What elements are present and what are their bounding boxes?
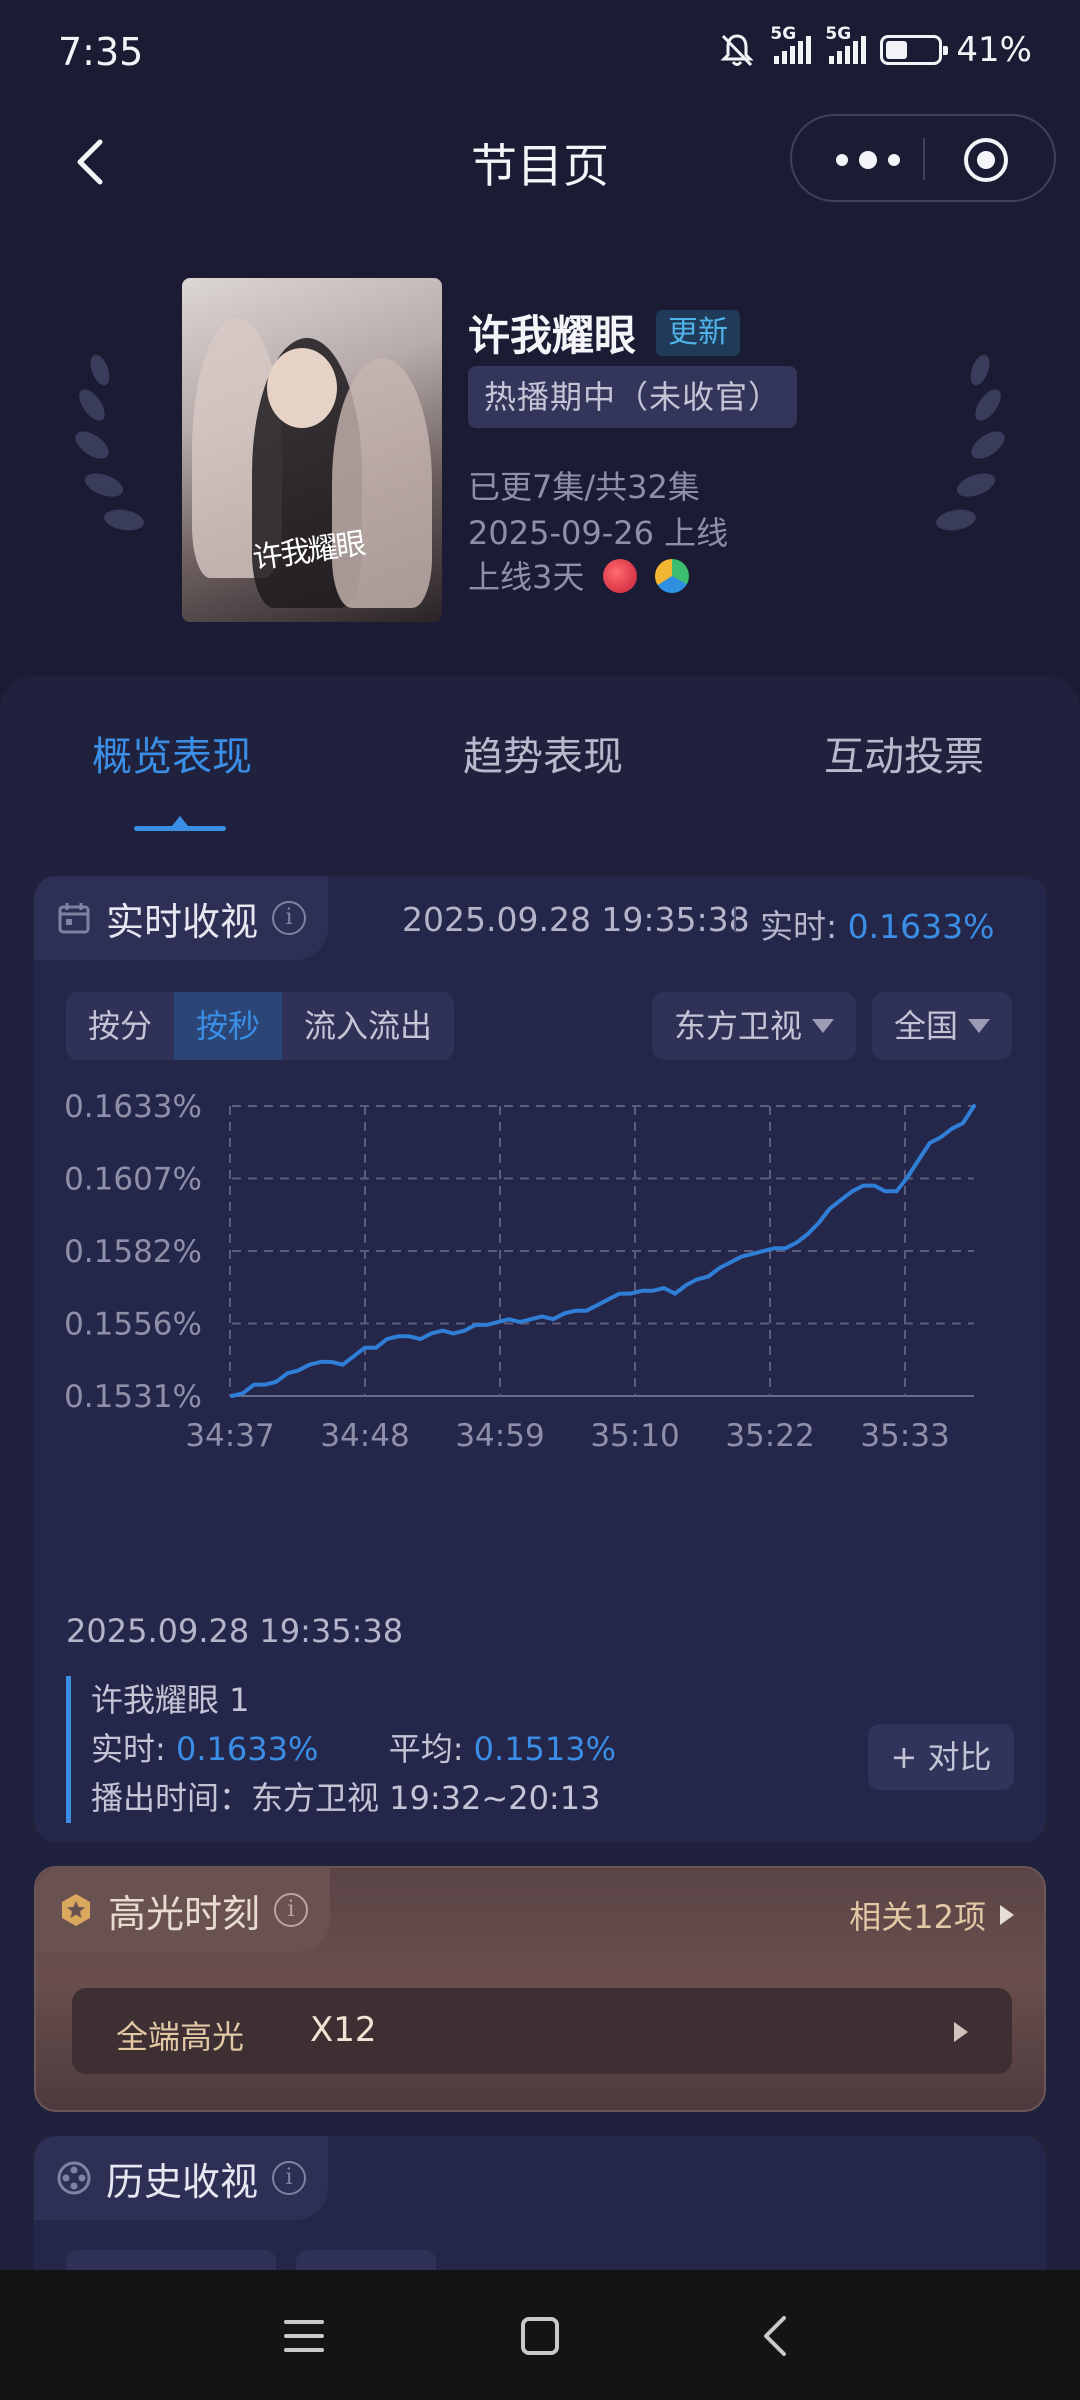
detail-values: 实时: 0.1633% 平均: 0.1513% bbox=[91, 1725, 616, 1774]
update-badge: 更新 bbox=[656, 310, 740, 356]
highlights-header: 高光时刻 i bbox=[36, 1868, 331, 1952]
info-icon[interactable]: i bbox=[274, 1893, 309, 1927]
realtime-header: 实时收视 i bbox=[34, 876, 329, 960]
dragon-tv-icon bbox=[602, 559, 637, 593]
signal-5g-icon-2: 5G bbox=[825, 24, 867, 64]
info-icon[interactable]: i bbox=[272, 901, 307, 935]
close-target-icon[interactable] bbox=[962, 136, 1010, 184]
detail-block: 许我耀眼 1 实时: 0.1633% 平均: 0.1513% 播出时间：东方卫视… bbox=[66, 1676, 616, 1823]
detail-program: 许我耀眼 1 bbox=[91, 1681, 250, 1719]
status-time: 7:35 bbox=[58, 30, 144, 74]
more-icon[interactable] bbox=[828, 142, 908, 178]
mode-by-second[interactable]: 按秒 bbox=[174, 992, 283, 1060]
star-badge-icon bbox=[62, 1894, 90, 1926]
play-platform-icon bbox=[654, 559, 689, 593]
episode-count: 已更7集/共32集 bbox=[468, 468, 700, 506]
realtime-value-row: 实时: 0.1633% bbox=[760, 900, 994, 948]
status-bar: 7:35 5G 5G 41% bbox=[0, 0, 1080, 110]
compare-button[interactable]: + 对比 bbox=[868, 1724, 1014, 1790]
highlights-more[interactable]: 相关12项 bbox=[849, 1892, 1014, 1938]
highlights-row[interactable]: 全端高光 X12 bbox=[72, 1988, 1012, 2074]
tab-vote[interactable]: 互动投票 bbox=[824, 724, 984, 782]
show-poster[interactable]: 许我耀眼 bbox=[182, 278, 442, 622]
region-dropdown[interactable]: 全国 bbox=[872, 992, 1013, 1060]
tab-indicator bbox=[134, 816, 226, 831]
realtime-timestamp: 2025.09.28 19:35:38 bbox=[402, 900, 750, 939]
highlights-title: 高光时刻 bbox=[108, 1891, 261, 1936]
tab-trend[interactable]: 趋势表现 bbox=[463, 724, 623, 782]
mode-segment: 按分 按秒 流入流出 bbox=[66, 992, 455, 1060]
region-value: 全国 bbox=[894, 1007, 959, 1045]
status-icons: 5G 5G 41% bbox=[718, 24, 1032, 70]
airing-status: 热播期中（未收官） bbox=[468, 366, 798, 428]
mini-program-capsule bbox=[790, 114, 1056, 202]
x-tick-label: 35:33 bbox=[860, 1418, 949, 1454]
back-icon[interactable] bbox=[754, 2314, 798, 2358]
days-online: 上线3天 bbox=[468, 558, 585, 596]
detail-airtime: 播出时间：东方卫视 19:32~20:13 bbox=[91, 1779, 601, 1817]
x-tick-label: 35:22 bbox=[725, 1418, 814, 1454]
signal-5g-icon: 5G bbox=[770, 24, 812, 64]
x-tick-label: 35:10 bbox=[590, 1418, 679, 1454]
dropdown-arrow-icon bbox=[968, 1019, 991, 1033]
detail-realtime-label: 实时: bbox=[91, 1730, 166, 1768]
arrow-right-icon bbox=[954, 2022, 968, 2042]
laurel-right-icon bbox=[936, 354, 1005, 531]
ratings-line-chart[interactable]: 0.1633% 0.1607% 0.1582% 0.1556% 0.1531%34:37… bbox=[34, 1076, 1046, 1476]
y-tick-label: 0.1531% bbox=[64, 1379, 202, 1415]
menu-icon[interactable] bbox=[282, 2314, 326, 2358]
system-nav-bar bbox=[0, 2270, 1080, 2400]
arrow-right-icon bbox=[1000, 1905, 1014, 1925]
tab-overview[interactable]: 概览表现 bbox=[92, 724, 252, 782]
detail-avg-value: 0.1513% bbox=[473, 1730, 617, 1768]
detail-realtime-value: 0.1633% bbox=[175, 1730, 319, 1768]
battery-percent: 41% bbox=[956, 30, 1032, 70]
channel-dropdown[interactable]: 东方卫视 bbox=[652, 992, 857, 1060]
detail-timestamp: 2025.09.28 19:35:38 bbox=[66, 1612, 404, 1650]
calendar-icon bbox=[58, 903, 90, 934]
highlights-row-value: X12 bbox=[310, 2010, 377, 2050]
divider bbox=[734, 906, 736, 932]
y-tick-label: 0.1556% bbox=[64, 1307, 202, 1343]
battery-icon bbox=[880, 35, 949, 65]
mode-by-minute[interactable]: 按分 bbox=[66, 992, 174, 1060]
y-tick-label: 0.1582% bbox=[64, 1234, 202, 1270]
tab-bar: 概览表现 趋势表现 互动投票 bbox=[0, 676, 1080, 856]
info-icon[interactable]: i bbox=[272, 2161, 307, 2195]
realtime-label: 实时: bbox=[760, 907, 838, 946]
x-tick-label: 34:59 bbox=[455, 1418, 544, 1454]
highlights-row-label: 全端高光 bbox=[116, 2018, 245, 2056]
history-title: 历史收视 bbox=[106, 2159, 259, 2204]
home-icon[interactable] bbox=[518, 2314, 562, 2358]
mute-bell-icon bbox=[720, 34, 755, 67]
channel-value: 东方卫视 bbox=[674, 1007, 803, 1045]
realtime-title: 实时收视 bbox=[106, 899, 259, 944]
highlights-card: 高光时刻 i 相关12项 全端高光 X12 bbox=[34, 1866, 1046, 2112]
film-reel-icon bbox=[57, 2161, 91, 2195]
nav-bar: 节目页 bbox=[0, 112, 1080, 206]
mode-flow[interactable]: 流入流出 bbox=[282, 992, 454, 1060]
highlights-related: 相关12项 bbox=[849, 1898, 986, 1936]
dropdown-arrow-icon bbox=[812, 1019, 835, 1033]
days-online-row: 上线3天 bbox=[468, 552, 689, 598]
capsule-divider bbox=[923, 138, 925, 180]
show-title: 许我耀眼 bbox=[468, 311, 637, 360]
y-tick-label: 0.1633% bbox=[64, 1089, 202, 1125]
premiere-date: 2025-09-26 上线 bbox=[468, 514, 729, 552]
history-header: 历史收视 i bbox=[34, 2136, 329, 2220]
detail-avg-label: 平均: bbox=[388, 1730, 464, 1768]
y-tick-label: 0.1607% bbox=[64, 1162, 202, 1198]
x-tick-label: 34:37 bbox=[185, 1418, 274, 1454]
laurel-left-icon bbox=[75, 354, 144, 531]
realtime-ratings-card: 实时收视 i 2025.09.28 19:35:38 实时: 0.1633% 按… bbox=[34, 876, 1046, 1842]
x-tick-label: 34:48 bbox=[320, 1418, 409, 1454]
realtime-value: 0.1633% bbox=[847, 907, 995, 946]
